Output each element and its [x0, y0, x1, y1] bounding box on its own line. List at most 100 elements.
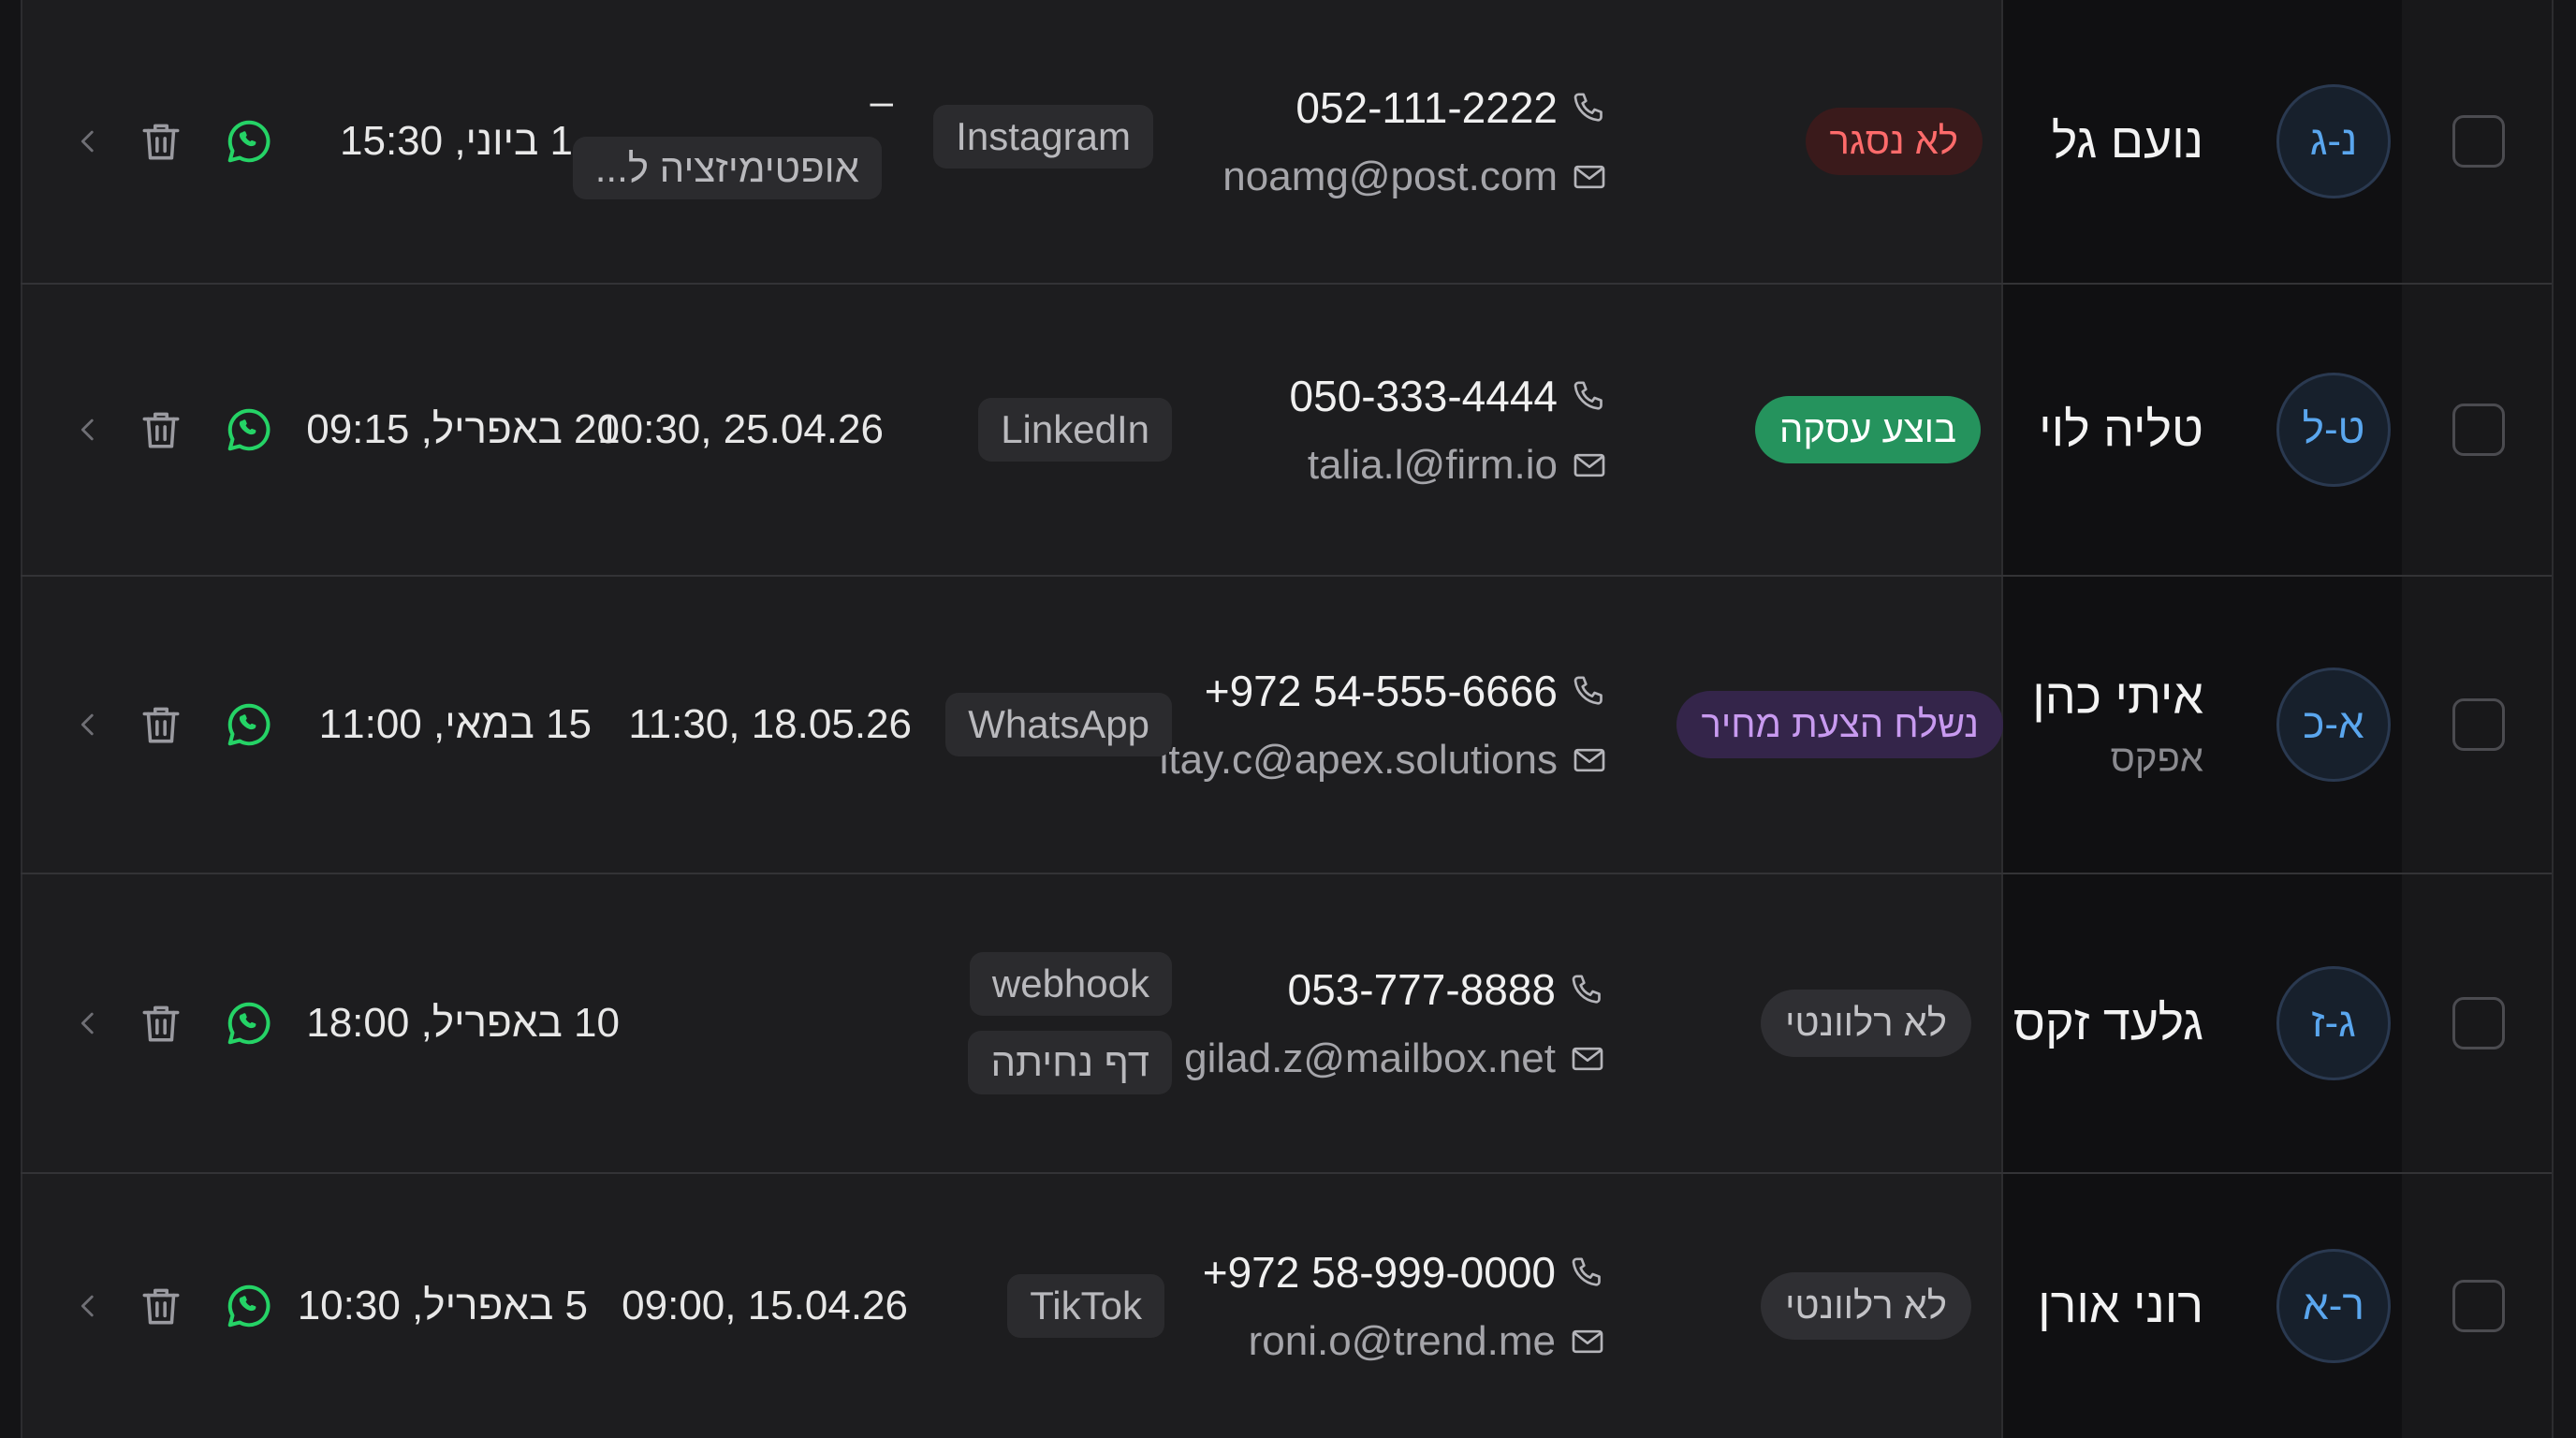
chevron-left-icon — [80, 130, 94, 153]
delete-button[interactable] — [131, 400, 191, 460]
last-contact-value: – — [870, 79, 893, 125]
lead-name[interactable]: נועם גל — [2052, 113, 2203, 169]
expand-row-button[interactable] — [58, 400, 118, 460]
last-contact-value: 10:30, 25.04.26 — [597, 406, 884, 452]
row-checkbox[interactable] — [2452, 1280, 2505, 1332]
lead-name[interactable]: רוני אורן — [2038, 1278, 2203, 1334]
phone-number[interactable]: 052-111-2222 — [1295, 82, 1558, 133]
created-date: 1 ביוני, 15:30 — [340, 118, 573, 164]
email-address[interactable]: itay.c@apex.solutions — [1160, 737, 1558, 784]
expand-row-button[interactable] — [58, 993, 118, 1053]
phone-number[interactable]: 050-333-4444 — [1290, 371, 1558, 421]
trash-icon — [142, 1005, 180, 1042]
trash-icon — [142, 124, 180, 160]
phone-number[interactable]: +972 58-999-0000 — [1203, 1247, 1556, 1298]
mail-icon — [1569, 1323, 1606, 1360]
whatsapp-button[interactable] — [219, 993, 279, 1053]
expand-row-button[interactable] — [58, 695, 118, 755]
status-badge[interactable]: לא רלוונטי — [1761, 990, 1971, 1057]
source-chip: Instagram — [933, 105, 1153, 169]
source-chip: webhook — [969, 952, 1172, 1016]
whatsapp-button[interactable] — [219, 400, 279, 460]
phone-icon — [1571, 672, 1608, 710]
lead-name-cell[interactable]: גלעד זקס — [2013, 995, 2203, 1051]
lead-name-cell[interactable]: טליה לוי — [2039, 402, 2203, 458]
chevron-left-icon — [80, 418, 94, 441]
contact-cell: +972 58-999-0000 roni.o@trend.me — [1203, 1247, 1606, 1365]
delete-button[interactable] — [131, 111, 191, 171]
delete-button[interactable] — [131, 993, 191, 1053]
lead-name[interactable]: טליה לוי — [2039, 402, 2203, 458]
whatsapp-button[interactable] — [219, 1276, 279, 1336]
last-contact-value: 09:00, 15.04.26 — [622, 1283, 908, 1328]
source-chip-truncated: ...אופטימיזציה ל — [572, 137, 882, 199]
email-address[interactable]: roni.o@trend.me — [1249, 1318, 1556, 1365]
created-date: 10 באפריל, 18:00 — [306, 1000, 620, 1046]
phone-icon — [1571, 89, 1608, 126]
chevron-left-icon — [80, 1295, 94, 1317]
whatsapp-icon — [227, 120, 271, 163]
status-badge[interactable]: בוצע עסקה — [1755, 396, 1981, 463]
chevron-left-icon — [80, 713, 94, 736]
mail-icon — [1571, 447, 1608, 484]
table-left-edge — [0, 0, 22, 1438]
expand-row-button[interactable] — [58, 1276, 118, 1336]
lead-name-cell[interactable]: רוני אורן — [2038, 1278, 2203, 1334]
avatar: נ-ג — [2276, 84, 2391, 198]
email-address[interactable]: gilad.z@mailbox.net — [1184, 1035, 1556, 1082]
trash-icon — [142, 707, 180, 743]
mail-icon — [1569, 1040, 1606, 1078]
phone-icon — [1569, 1254, 1606, 1291]
avatar: ר-א — [2276, 1249, 2391, 1363]
leads-table: נ-ג נועם גל לא נסגר 052-111-2222 noamg@p… — [0, 0, 2576, 1438]
created-date: 5 באפריל, 10:30 — [297, 1283, 588, 1328]
status-badge[interactable]: לא רלוונטי — [1761, 1272, 1971, 1340]
source-chip: LinkedIn — [978, 398, 1172, 462]
table-row[interactable]: ר-א רוני אורן לא רלוונטי +972 58-999-000… — [21, 1174, 2552, 1438]
avatar: ג-ז — [2276, 966, 2391, 1080]
source-cell: LinkedIn — [978, 398, 1172, 462]
lead-name[interactable]: גלעד זקס — [2013, 995, 2203, 1051]
phone-number[interactable]: +972 54-555-6666 — [1205, 666, 1558, 716]
delete-button[interactable] — [131, 695, 191, 755]
email-address[interactable]: talia.l@firm.io — [1308, 442, 1558, 489]
whatsapp-icon — [227, 1002, 271, 1045]
trash-icon — [142, 1288, 180, 1325]
row-checkbox[interactable] — [2452, 115, 2505, 168]
created-date: 20 באפריל, 09:15 — [306, 406, 620, 452]
row-checkbox[interactable] — [2452, 997, 2505, 1049]
contact-cell: 053-777-8888 gilad.z@mailbox.net — [1184, 964, 1606, 1082]
table-right-edge — [2552, 0, 2576, 1438]
lead-name-cell[interactable]: איתי כהן אפקס — [2032, 669, 2203, 781]
row-checkbox[interactable] — [2452, 404, 2505, 456]
whatsapp-icon — [227, 703, 271, 746]
lead-name-cell[interactable]: נועם גל — [2052, 113, 2203, 169]
contact-cell: 052-111-2222 noamg@post.com — [1222, 82, 1608, 200]
table-row[interactable]: א-כ איתי כהן אפקס נשלח הצעת מחיר +972 54… — [21, 577, 2552, 874]
source-chip: TikTok — [1007, 1274, 1164, 1338]
table-row[interactable]: ט-ל טליה לוי בוצע עסקה 050-333-4444 tali… — [21, 285, 2552, 577]
whatsapp-button[interactable] — [219, 111, 279, 171]
table-row[interactable]: נ-ג נועם גל לא נסגר 052-111-2222 noamg@p… — [21, 0, 2552, 285]
status-badge[interactable]: לא נסגר — [1805, 108, 1983, 175]
row-checkbox[interactable] — [2452, 698, 2505, 751]
table-row[interactable]: ג-ז גלעד זקס לא רלוונטי 053-777-8888 gil… — [21, 874, 2552, 1174]
mail-icon — [1571, 158, 1608, 196]
source-cell: webhook דף נחיתה — [968, 952, 1172, 1094]
whatsapp-icon — [227, 408, 271, 451]
source-cell: Instagram — [933, 105, 1153, 169]
created-date: 15 במאי, 11:00 — [318, 701, 592, 747]
trash-icon — [142, 412, 180, 448]
delete-button[interactable] — [131, 1276, 191, 1336]
status-badge[interactable]: נשלח הצעת מחיר — [1676, 691, 2003, 758]
company-name: אפקס — [2110, 738, 2203, 780]
mail-icon — [1571, 741, 1608, 779]
whatsapp-button[interactable] — [219, 695, 279, 755]
whatsapp-icon — [227, 1284, 271, 1328]
phone-icon — [1569, 971, 1606, 1008]
contact-cell: 050-333-4444 talia.l@firm.io — [1290, 371, 1608, 489]
email-address[interactable]: noamg@post.com — [1222, 154, 1558, 200]
lead-name[interactable]: איתי כהן — [2032, 669, 2203, 726]
expand-row-button[interactable] — [58, 111, 118, 171]
phone-number[interactable]: 053-777-8888 — [1288, 964, 1556, 1015]
